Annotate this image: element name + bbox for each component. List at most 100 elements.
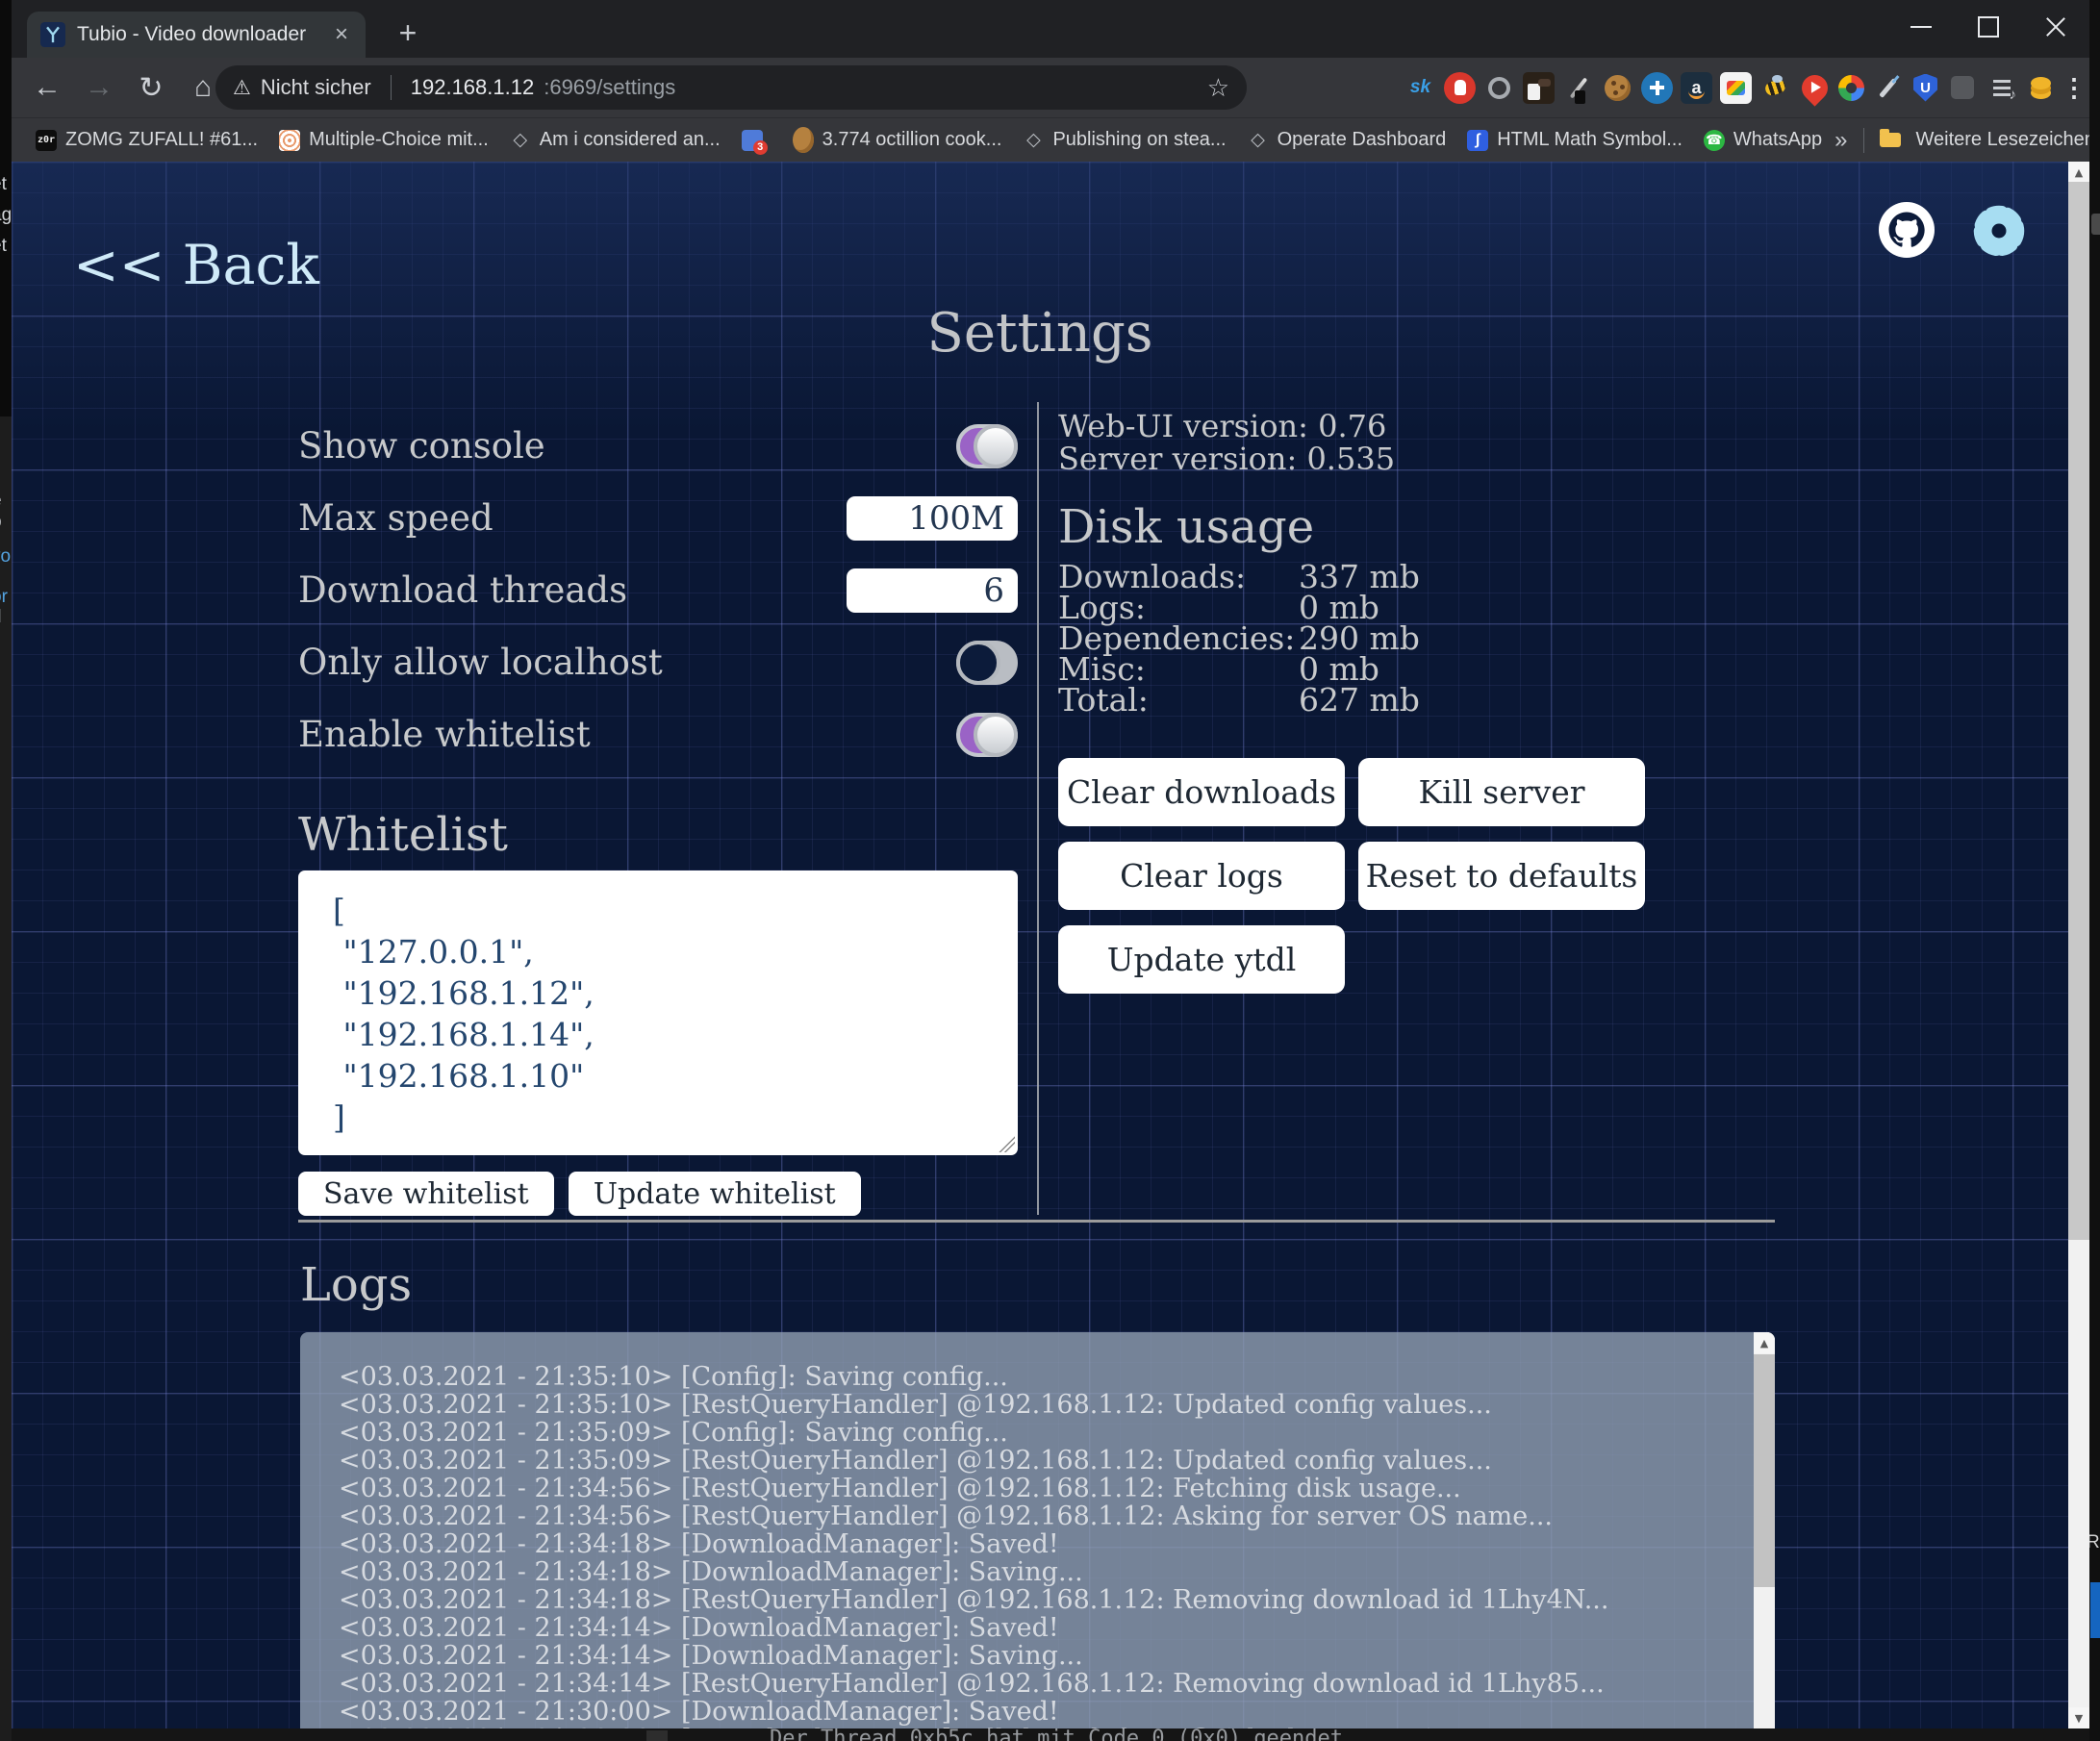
logs-scrollbar-thumb[interactable]	[1754, 1354, 1775, 1587]
tab-close-icon[interactable]: ×	[329, 23, 354, 46]
page-viewport: << Back Settings Show console Max speed	[12, 162, 2068, 1728]
cookie-extension-icon[interactable]	[1602, 72, 1633, 104]
save-whitelist-button[interactable]: Save whitelist	[298, 1172, 554, 1216]
bookmark-cookie-clicker[interactable]: 3.774 octillion cook...	[784, 129, 1011, 151]
close-window-button[interactable]	[2022, 0, 2089, 54]
setting-label: Download threads	[298, 569, 627, 611]
disk-usage-title: Disk usage	[1058, 500, 1789, 554]
other-bookmarks-button[interactable]: Weitere Lesezeichen	[1916, 129, 2095, 151]
amazon-extension-icon[interactable]: a	[1681, 72, 1712, 104]
back-link[interactable]: << Back	[73, 237, 319, 294]
scroll-up-icon[interactable]: ▲	[1754, 1332, 1775, 1353]
syringe-extension-icon[interactable]	[1872, 72, 1904, 104]
show-console-toggle[interactable]	[956, 424, 1018, 468]
bookmark-label: ZOMG ZUFALL! #61...	[65, 129, 258, 151]
download-threads-input[interactable]	[847, 568, 1018, 613]
pin-play-extension-icon[interactable]	[1796, 69, 1833, 106]
new-tab-button[interactable]: +	[389, 15, 427, 51]
maximize-button[interactable]	[1955, 0, 2022, 54]
bookmark-am-i-considered[interactable]: ◇ Am i considered an...	[501, 129, 729, 151]
shield-extension-icon[interactable]: U	[1913, 74, 1937, 102]
bookmark-zomg-zufall[interactable]: z0r ZOMG ZUFALL! #61...	[27, 129, 266, 151]
privacy-mask-extension-icon[interactable]	[1523, 72, 1555, 104]
setting-row-download-threads: Download threads	[298, 554, 1018, 626]
toggle-knob	[956, 641, 1000, 685]
cube-favicon: ◇	[510, 130, 531, 151]
stop-hand-extension-icon[interactable]	[1444, 72, 1476, 104]
whitelist-textarea[interactable]: [ "127.0.0.1", "192.168.1.12", "192.168.…	[298, 870, 1018, 1155]
puzzle-extension-icon[interactable]	[1951, 76, 1974, 99]
playlist-extension-icon[interactable]: ♪	[1986, 72, 2017, 104]
bookmarks-bar: z0r ZOMG ZUFALL! #61... Multiple-Choice …	[12, 117, 2089, 162]
setting-row-show-console: Show console	[298, 410, 1018, 482]
bookmark-operate-dashboard[interactable]: ◇ Operate Dashboard	[1239, 129, 1455, 151]
bookmark-multiple-choice[interactable]: Multiple-Choice mit...	[270, 129, 497, 151]
background-window-right-edge: R	[2089, 0, 2100, 1741]
max-speed-input[interactable]	[847, 496, 1018, 541]
blue-cross-extension-icon[interactable]	[1641, 72, 1673, 104]
back-icon[interactable]: ←	[27, 71, 67, 105]
log-entry: <03.03.2021 - 21:30:00> [DownloadManager…	[339, 1698, 1736, 1726]
clear-logs-button[interactable]: Clear logs	[1058, 842, 1345, 910]
minimize-button[interactable]	[1887, 0, 1955, 54]
left-edge-text-fragment: s	[0, 568, 1, 589]
left-edge-text-fragment: e	[0, 491, 2, 512]
page-scrollbar-thumb[interactable]	[2068, 182, 2089, 1240]
not-secure-warning-icon[interactable]: ⚠	[233, 76, 251, 100]
log-entry: <03.03.2021 - 21:34:56> [RestQueryHandle…	[339, 1502, 1736, 1530]
sk-extension-icon[interactable]: sk	[1404, 72, 1436, 104]
log-entry: <03.03.2021 - 21:34:18> [DownloadManager…	[339, 1530, 1736, 1558]
left-edge-text-fragment: vo	[0, 546, 11, 568]
left-edge-text-fragment: p	[0, 512, 2, 533]
tab-bar: Tubio - Video downloader × +	[12, 0, 2089, 58]
bookmarks-overflow-chevron[interactable]: »	[1834, 127, 1847, 154]
page-title: Settings	[12, 302, 2068, 365]
nav-buttons: ← → ↻ ⌂	[12, 71, 223, 105]
logs-panel[interactable]: <03.03.2021 - 21:35:10> [Config]: Saving…	[300, 1332, 1775, 1728]
forward-icon[interactable]: →	[79, 71, 119, 105]
only-localhost-toggle[interactable]	[956, 641, 1018, 685]
update-ytdl-button[interactable]: Update ytdl	[1058, 925, 1345, 994]
page-scrollbar[interactable]: ▲ ▼	[2068, 162, 2089, 1728]
setting-row-enable-whitelist: Enable whitelist	[298, 698, 1018, 770]
url-host: 192.168.1.12	[411, 75, 534, 100]
bookmark-whatsapp[interactable]: ☎ WhatsApp	[1695, 129, 1831, 151]
browser-menu-icon[interactable]: ⋮	[2064, 72, 2084, 104]
url-path: :6969/settings	[544, 75, 675, 100]
setting-label: Only allow localhost	[298, 642, 663, 683]
tab-tubio[interactable]: Tubio - Video downloader ×	[27, 12, 366, 58]
bookmark-icon-only[interactable]: 3	[733, 130, 780, 151]
log-entry: <03.03.2021 - 21:34:14> [RestQueryHandle…	[339, 1670, 1736, 1698]
table-row: Dependencies:290 mb	[1058, 623, 1789, 654]
settings-gear-icon[interactable]	[1970, 202, 2028, 260]
bookmark-html-math[interactable]: ∫ HTML Math Symbol...	[1458, 129, 1691, 151]
scroll-down-icon[interactable]: ▼	[2068, 1707, 2089, 1728]
enable-whitelist-toggle[interactable]	[956, 713, 1018, 757]
background-window-left-edge: et ag et e p vo s or d	[0, 0, 12, 1741]
logs-scrollbar[interactable]: ▲	[1754, 1332, 1775, 1728]
disk-usage-table: Downloads:337 mb Logs:0 mb Dependencies:…	[1058, 562, 1789, 716]
log-entry: <03.03.2021 - 21:35:09> [Config]: Saving…	[339, 1419, 1736, 1447]
reset-defaults-button[interactable]: Reset to defaults	[1358, 842, 1645, 910]
clear-downloads-button[interactable]: Clear downloads	[1058, 758, 1345, 826]
ring-extension-icon[interactable]	[1483, 72, 1515, 104]
right-edge-fragment	[2091, 214, 2100, 235]
vertical-divider	[1037, 402, 1039, 1215]
pen-extension-icon[interactable]	[1562, 72, 1594, 104]
scroll-up-icon[interactable]: ▲	[2068, 162, 2089, 183]
horizontal-divider	[298, 1220, 1775, 1223]
photos-extension-icon[interactable]	[1720, 72, 1752, 104]
update-whitelist-button[interactable]: Update whitelist	[569, 1172, 861, 1216]
server-info-column: Web-UI version: 0.76 Server version: 0.5…	[1058, 410, 1789, 716]
address-bar[interactable]: ⚠ Nicht sicher 192.168.1.12:6969/setting…	[215, 65, 1247, 110]
log-entry: <03.03.2021 - 21:35:10> [Config]: Saving…	[339, 1363, 1736, 1391]
bookmark-star-icon[interactable]: ☆	[1207, 73, 1229, 103]
settings-form: Show console Max speed Download threads …	[298, 410, 1018, 770]
coins-extension-icon[interactable]	[2025, 72, 2057, 104]
bee-extension-icon[interactable]	[1759, 72, 1791, 104]
kill-server-button[interactable]: Kill server	[1358, 758, 1645, 826]
github-icon[interactable]	[1879, 202, 1935, 258]
google-extension-icon[interactable]	[1838, 75, 1864, 101]
bookmark-publishing-steam[interactable]: ◇ Publishing on stea...	[1014, 129, 1234, 151]
reload-icon[interactable]: ↻	[131, 71, 171, 105]
